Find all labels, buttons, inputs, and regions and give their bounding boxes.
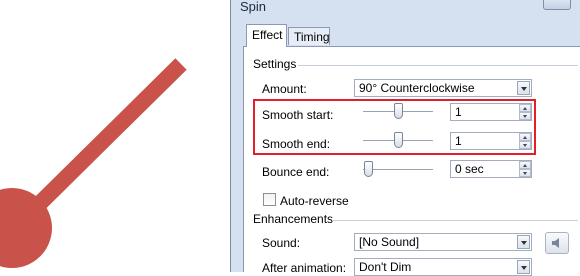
bounce-end-value[interactable]: 0 sec (455, 162, 484, 177)
sound-select[interactable]: [No Sound] (354, 233, 532, 251)
chevron-down-icon[interactable] (517, 81, 530, 95)
volume-button[interactable] (545, 232, 569, 254)
pin-stick (19, 58, 187, 224)
enhancements-heading: Enhancements (253, 212, 334, 226)
auto-reverse-label[interactable]: Auto-reverse (280, 194, 349, 208)
amount-select[interactable]: 90° Counterclockwise (354, 79, 532, 97)
chevron-down-icon[interactable] (517, 260, 530, 274)
spin-down-icon[interactable] (519, 141, 531, 149)
slider-thumb[interactable] (394, 132, 403, 148)
enhancements-divider (332, 220, 578, 221)
bounce-end-label: Bounce end: (262, 165, 330, 179)
spin-pin-graphic (0, 58, 187, 268)
smooth-start-value[interactable]: 1 (455, 105, 462, 120)
amount-label: Amount: (262, 82, 307, 96)
spin-down-icon[interactable] (519, 112, 531, 120)
sound-label: Sound: (262, 236, 301, 250)
tab-timing[interactable]: Timing (288, 27, 330, 45)
sound-value: [No Sound] (359, 235, 420, 249)
after-animation-label: After animation: (262, 261, 347, 275)
spin-up-icon[interactable] (519, 133, 531, 141)
speaker-icon (552, 238, 559, 248)
amount-value: 90° Counterclockwise (359, 81, 475, 95)
spinner (519, 133, 531, 149)
spin-down-icon[interactable] (519, 169, 531, 177)
smooth-start-label: Smooth start: (262, 108, 334, 122)
spinner (519, 161, 531, 177)
smooth-end-slider[interactable] (363, 132, 433, 150)
slider-track (363, 169, 433, 171)
spinner (519, 104, 531, 120)
chevron-down-icon[interactable] (517, 235, 530, 249)
smooth-start-field[interactable]: 1 (450, 103, 532, 121)
tab-effect[interactable]: Effect (246, 24, 287, 47)
smooth-end-field[interactable]: 1 (450, 132, 532, 150)
after-animation-select[interactable]: Don't Dim (354, 258, 532, 276)
slider-thumb[interactable] (394, 103, 403, 119)
smooth-end-label: Smooth end: (262, 137, 331, 151)
smooth-start-slider[interactable] (363, 103, 433, 121)
help-button[interactable] (543, 0, 571, 10)
settings-divider (298, 65, 578, 66)
auto-reverse-checkbox[interactable] (263, 193, 276, 206)
after-animation-value: Don't Dim (359, 260, 412, 274)
smooth-end-value[interactable]: 1 (455, 134, 462, 149)
spin-up-icon[interactable] (519, 104, 531, 112)
dialog-title: Spin (240, 0, 267, 14)
bounce-end-field[interactable]: 0 sec (450, 160, 532, 178)
spin-up-icon[interactable] (519, 161, 531, 169)
slider-thumb[interactable] (364, 161, 373, 177)
bounce-end-slider[interactable] (363, 161, 433, 179)
settings-heading: Settings (253, 57, 297, 71)
